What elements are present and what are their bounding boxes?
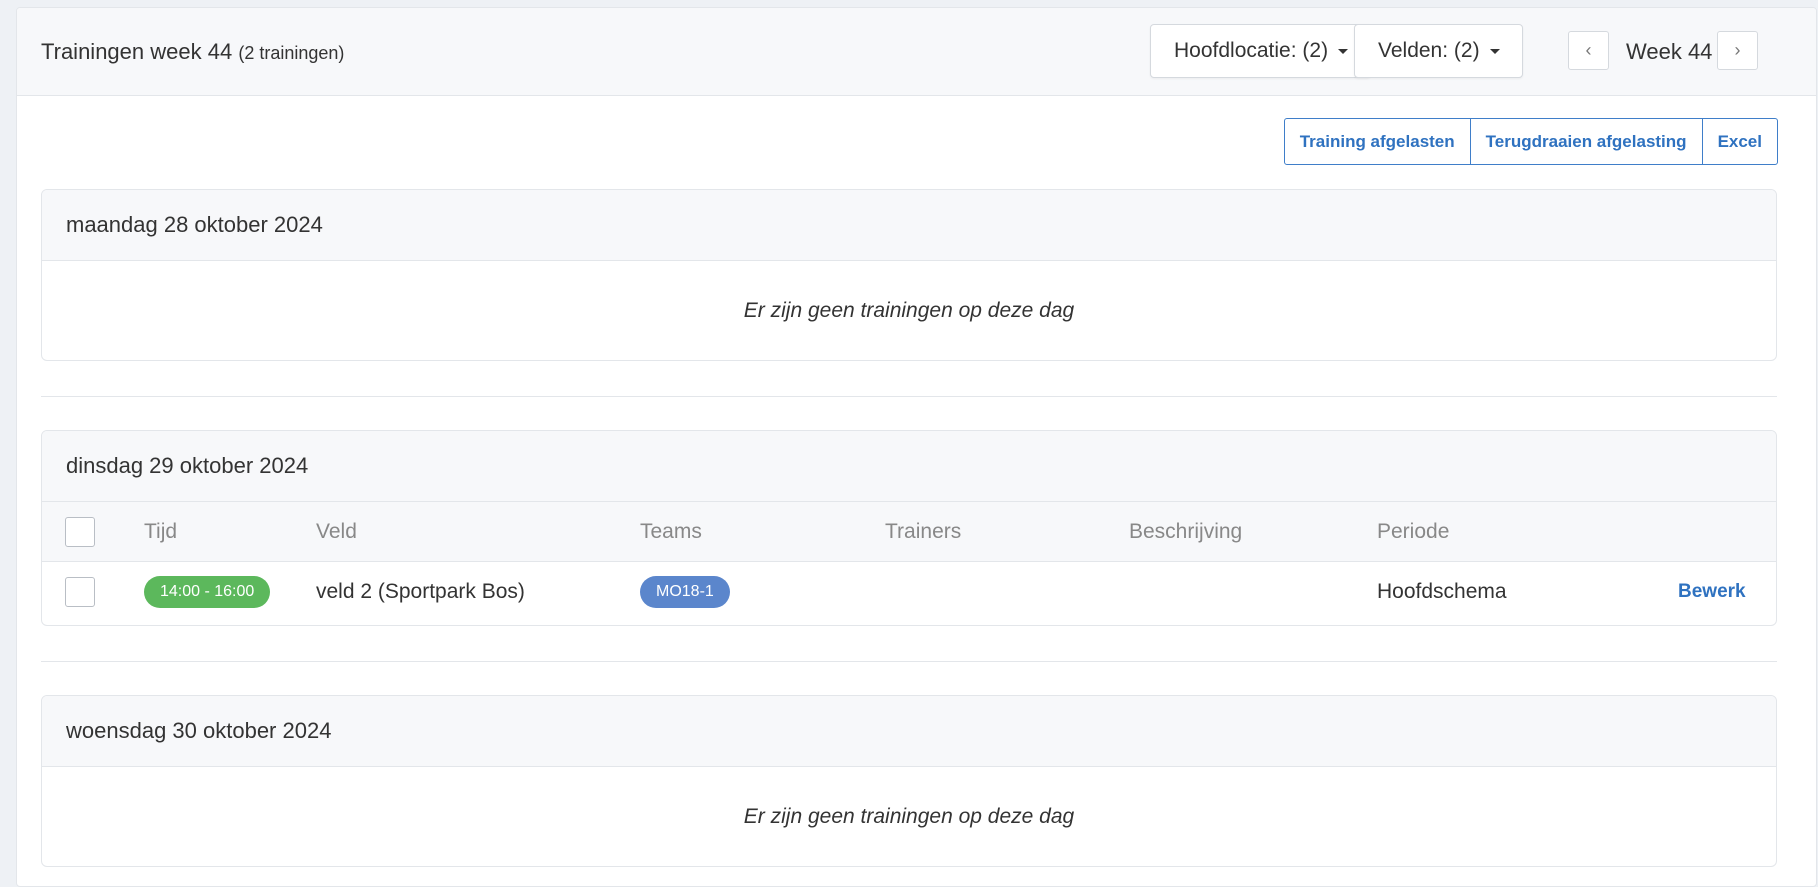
table-header: Tijd Veld Teams Trainers Beschrijving Pe… (42, 502, 1776, 562)
caret-down-icon (1489, 48, 1500, 54)
select-all-cell (65, 502, 95, 561)
day-card-wednesday: woensdag 30 oktober 2024 Er zijn geen tr… (41, 695, 1777, 867)
trainings-panel: Trainingen week 44 (2 trainingen) Hoofdl… (16, 7, 1817, 887)
empty-day-message: Er zijn geen trainingen op deze dag (743, 805, 1075, 828)
location-filter-dropdown[interactable]: Hoofdlocatie: (2) (1150, 24, 1372, 78)
teams-cell: MO18-1 (640, 562, 730, 621)
field-cell: veld 2 (Sportpark Bos) (316, 579, 525, 603)
revert-cancellation-button[interactable]: Terugdraaien afgelasting (1469, 118, 1703, 165)
training-count: (2 trainingen) (238, 43, 345, 63)
chevron-left-icon: ‹ (1585, 40, 1592, 60)
team-badge[interactable]: MO18-1 (640, 575, 730, 608)
page-title-text: Trainingen week 44 (41, 39, 233, 64)
page-title: Trainingen week 44 (2 trainingen) (41, 39, 344, 65)
previous-week-button[interactable]: ‹ (1568, 31, 1609, 70)
excel-export-button[interactable]: Excel (1701, 118, 1778, 165)
column-header-period: Periode (1377, 519, 1450, 543)
panel-header: Trainingen week 44 (2 trainingen) Hoofdl… (17, 8, 1816, 96)
edit-cell: Bewerk (1678, 562, 1746, 621)
table-row: 14:00 - 16:00 veld 2 (Sportpark Bos) MO1… (42, 562, 1776, 621)
row-checkbox[interactable] (65, 576, 95, 607)
day-title: woensdag 30 oktober 2024 (42, 696, 1776, 767)
column-header-description: Beschrijving (1129, 519, 1243, 543)
column-header-time: Tijd (144, 519, 178, 543)
column-header-trainers: Trainers (885, 519, 962, 543)
location-filter-label: Hoofdlocatie: (2) (1174, 39, 1329, 62)
day-divider (41, 396, 1777, 397)
action-button-group: Training afgelasten Terugdraaien afgelas… (1283, 118, 1778, 165)
time-cell: 14:00 - 16:00 (144, 562, 271, 621)
edit-link[interactable]: Bewerk (1678, 581, 1746, 603)
week-label: Week 44 (1626, 39, 1713, 64)
day-title: maandag 28 oktober 2024 (42, 190, 1776, 261)
chevron-right-icon: › (1734, 40, 1741, 60)
day-card-tuesday: dinsdag 29 oktober 2024 Tijd Veld Teams … (41, 430, 1777, 626)
fields-filter-dropdown[interactable]: Velden: (2) (1354, 24, 1523, 78)
select-all-checkbox[interactable] (65, 516, 95, 547)
cancel-training-button[interactable]: Training afgelasten (1283, 118, 1471, 165)
next-week-button[interactable]: › (1717, 31, 1758, 70)
day-divider (41, 661, 1777, 662)
period-cell: Hoofdschema (1377, 579, 1507, 603)
day-card-monday: maandag 28 oktober 2024 Er zijn geen tra… (41, 189, 1777, 361)
caret-down-icon (1338, 48, 1349, 54)
column-header-teams: Teams (640, 519, 702, 543)
fields-filter-label: Velden: (2) (1378, 39, 1480, 62)
column-header-field: Veld (316, 519, 357, 543)
empty-day-message: Er zijn geen trainingen op deze dag (743, 299, 1075, 322)
time-badge: 14:00 - 16:00 (144, 575, 271, 608)
day-title: dinsdag 29 oktober 2024 (42, 431, 1776, 502)
row-select-cell (65, 562, 95, 621)
